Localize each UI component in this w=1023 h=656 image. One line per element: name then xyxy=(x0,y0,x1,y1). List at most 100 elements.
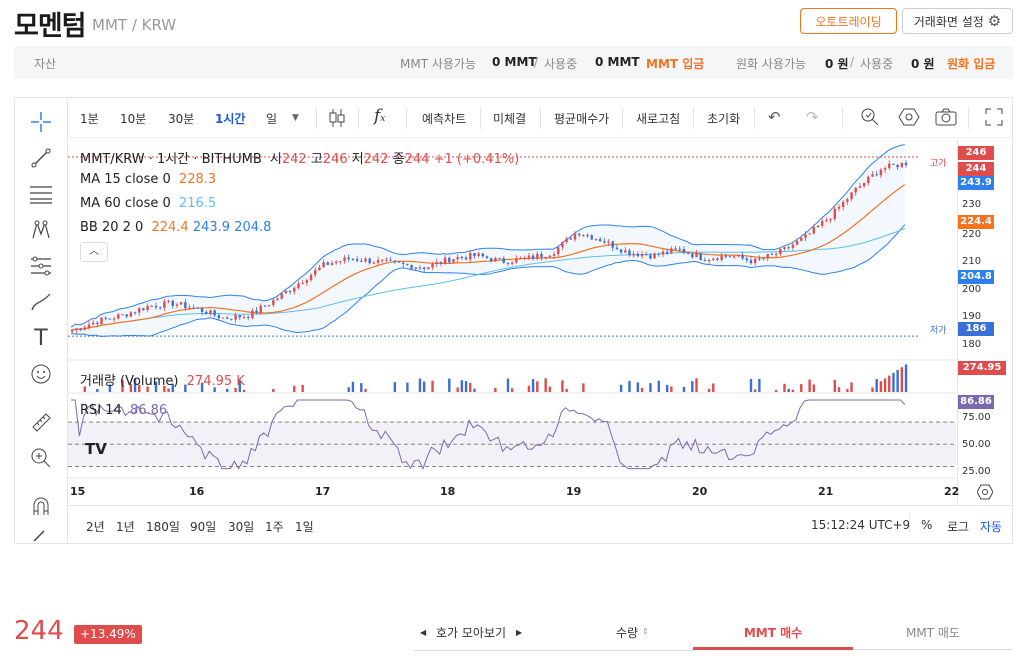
magnet-icon[interactable] xyxy=(26,493,56,519)
sell-tab[interactable]: MMT 매도 xyxy=(853,612,1013,650)
candle-body xyxy=(795,240,799,245)
avg-buy-price-button[interactable]: 평균매수가 xyxy=(554,110,609,127)
interval-30m[interactable]: 30분 xyxy=(168,110,194,127)
candle-body xyxy=(611,241,614,248)
pencil-icon[interactable] xyxy=(26,527,56,541)
candle-body xyxy=(79,328,82,330)
ruler-icon[interactable] xyxy=(26,409,56,435)
candle-body xyxy=(779,249,782,255)
zoom-in-icon[interactable] xyxy=(26,445,56,471)
indicators-fx-icon[interactable]: fx xyxy=(374,106,385,126)
percent-toggle[interactable]: % xyxy=(921,518,932,532)
volume-bar xyxy=(812,384,816,392)
low-price-tag: 186 xyxy=(958,322,994,336)
sort-icon[interactable]: ⇕ xyxy=(642,627,649,636)
range-1y[interactable]: 1년 xyxy=(116,518,135,535)
forecast-chart-button[interactable]: 예측차트 xyxy=(422,110,466,127)
unfilled-orders-button[interactable]: 미체결 xyxy=(493,110,526,127)
divider xyxy=(414,650,694,651)
candle-body xyxy=(800,237,803,241)
candle-body xyxy=(879,169,883,176)
brush-icon[interactable] xyxy=(26,289,56,315)
horizontal-lines-icon[interactable] xyxy=(26,181,56,207)
mmt-in-use-label: 사용중 xyxy=(544,57,578,71)
orderbook-collect-label[interactable]: 호가 모아보기 xyxy=(436,624,506,641)
collapse-legend-button[interactable]: ︿ xyxy=(80,242,108,262)
settings-hexagon-icon[interactable] xyxy=(898,107,920,130)
pattern-icon[interactable] xyxy=(26,217,56,243)
interval-10m[interactable]: 10분 xyxy=(120,110,146,127)
candle-type-icon[interactable] xyxy=(328,107,346,132)
chart-search-icon[interactable] xyxy=(860,107,880,130)
candle-body xyxy=(582,235,585,237)
text-tool-icon[interactable]: T xyxy=(26,325,56,351)
range-1w[interactable]: 1주 xyxy=(265,518,284,535)
undo-icon[interactable]: ↶ xyxy=(768,108,781,126)
buy-tab[interactable]: MMT 매수 xyxy=(693,612,853,650)
fullscreen-icon[interactable] xyxy=(984,107,1004,130)
candle-body xyxy=(758,258,761,260)
divider xyxy=(540,107,541,129)
redo-icon[interactable]: ↷ xyxy=(806,108,819,126)
divider xyxy=(693,107,694,129)
volume-bar xyxy=(871,387,874,392)
candle-body xyxy=(854,187,857,193)
log-toggle[interactable]: 로그 xyxy=(947,518,969,535)
quantity-sort[interactable]: 수량 xyxy=(616,624,638,641)
candle-body xyxy=(494,258,497,262)
candle-body xyxy=(481,253,485,257)
divider xyxy=(842,107,843,129)
candle-body xyxy=(418,267,422,269)
candle-body xyxy=(624,250,627,253)
candle-body xyxy=(368,258,371,264)
candle-body xyxy=(117,314,120,319)
candle-body xyxy=(83,327,86,330)
candle-body xyxy=(691,253,694,258)
candle-body xyxy=(360,260,363,262)
chevron-down-icon[interactable]: ▼ xyxy=(292,113,299,123)
auto-trading-button[interactable]: 오토트레이딩 xyxy=(800,8,897,34)
mmt-deposit-link[interactable]: MMT 입금 xyxy=(646,55,704,72)
auto-toggle[interactable]: 자동 xyxy=(980,518,1002,535)
candle-body xyxy=(301,282,304,284)
volume-bar xyxy=(347,387,350,392)
candle-body xyxy=(519,257,522,259)
candle-body xyxy=(900,162,904,168)
volume-bar xyxy=(758,379,761,392)
drawing-toolbar: T xyxy=(14,97,68,543)
date-tick: 21 xyxy=(818,485,834,498)
interval-1m[interactable]: 1분 xyxy=(80,110,99,127)
fib-icon[interactable] xyxy=(26,253,56,279)
candle-body xyxy=(314,270,317,275)
refresh-button[interactable]: 새로고침 xyxy=(636,110,680,127)
caret-right-icon[interactable]: ▶ xyxy=(516,628,522,637)
candle-body xyxy=(485,256,489,259)
trend-line-icon[interactable] xyxy=(26,145,56,171)
range-30d[interactable]: 30일 xyxy=(228,518,254,535)
interval-day[interactable]: 일 xyxy=(266,110,277,127)
volume-bar xyxy=(448,378,451,392)
crosshair-icon[interactable] xyxy=(26,109,56,135)
camera-icon[interactable] xyxy=(934,107,958,130)
candle-body xyxy=(598,239,602,242)
interval-1h[interactable]: 1시간 xyxy=(215,110,245,127)
candle-body xyxy=(142,308,145,311)
volume-bar xyxy=(544,378,547,392)
caret-left-icon[interactable]: ◀ xyxy=(420,628,426,637)
reset-button[interactable]: 초기화 xyxy=(707,110,740,127)
axis-settings-icon[interactable] xyxy=(976,484,994,504)
candle-body xyxy=(875,174,878,176)
range-180d[interactable]: 180일 xyxy=(146,518,180,535)
rsi-tag: 86.86 xyxy=(958,395,994,409)
range-1d[interactable]: 1일 xyxy=(295,518,314,535)
emoji-icon[interactable] xyxy=(26,361,56,387)
screen-settings-button[interactable]: 거래화면 설정 ⚙ xyxy=(902,8,1013,34)
krw-deposit-link[interactable]: 원화 입금 xyxy=(947,55,995,72)
price-chart-plot[interactable] xyxy=(68,139,958,505)
price-tick: 180 xyxy=(962,339,982,350)
volume-bar xyxy=(753,389,757,392)
range-90d[interactable]: 90일 xyxy=(190,518,216,535)
range-2y[interactable]: 2년 xyxy=(86,518,105,535)
candle-body xyxy=(263,305,267,307)
candle-body xyxy=(603,241,606,243)
